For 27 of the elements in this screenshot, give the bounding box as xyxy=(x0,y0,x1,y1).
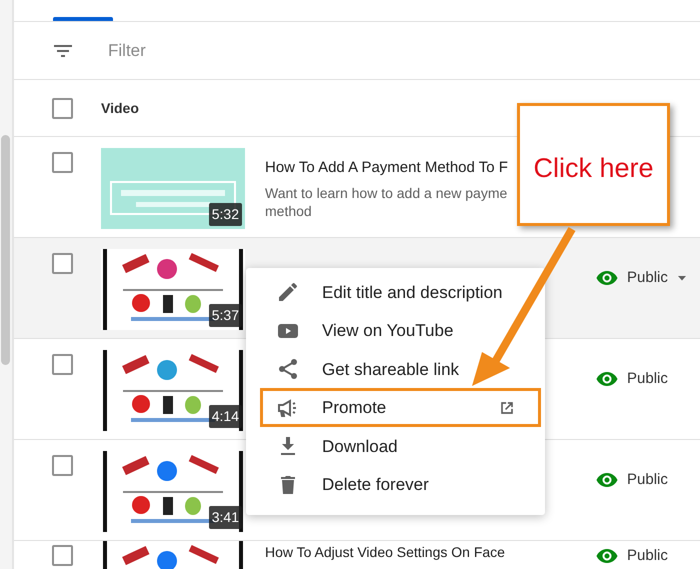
share-icon xyxy=(276,357,300,382)
video-title[interactable]: How To Add A Payment Method To F xyxy=(265,157,515,180)
checkbox[interactable] xyxy=(52,545,73,566)
checkbox[interactable] xyxy=(52,253,73,274)
checkbox[interactable] xyxy=(52,354,73,375)
duration-label: 4:14 xyxy=(208,405,242,428)
checkbox[interactable] xyxy=(52,152,73,173)
visibility-label[interactable]: Public xyxy=(627,266,668,290)
callout-text: Click here xyxy=(533,152,654,182)
visibility-label[interactable]: Public xyxy=(627,368,668,390)
menu-item[interactable]: Edit title and description xyxy=(246,273,545,312)
menu-item[interactable]: Promote xyxy=(246,388,545,427)
filter-field[interactable]: Filter xyxy=(106,36,306,64)
visibility-label[interactable]: Public xyxy=(627,468,668,492)
duration-label: 5:37 xyxy=(208,304,242,327)
visibility-label[interactable]: Public xyxy=(627,547,668,565)
menu-item[interactable]: Delete forever xyxy=(246,466,545,504)
checkbox[interactable] xyxy=(52,455,73,476)
table-row[interactable]: How To Adjust Video Settings On Face Public xyxy=(14,541,700,569)
scrollbar-thumb[interactable] xyxy=(1,135,10,365)
video-description: Want to learn how to add a new payme method xyxy=(265,184,508,222)
tab-indicator xyxy=(53,17,113,21)
video-title[interactable]: How To Adjust Video Settings On Face xyxy=(265,544,515,561)
checkbox[interactable] xyxy=(52,98,73,118)
column-header: Video xyxy=(101,98,139,118)
duration-label: 5:32 xyxy=(208,203,242,226)
duration-label: 3:41 xyxy=(208,506,242,529)
